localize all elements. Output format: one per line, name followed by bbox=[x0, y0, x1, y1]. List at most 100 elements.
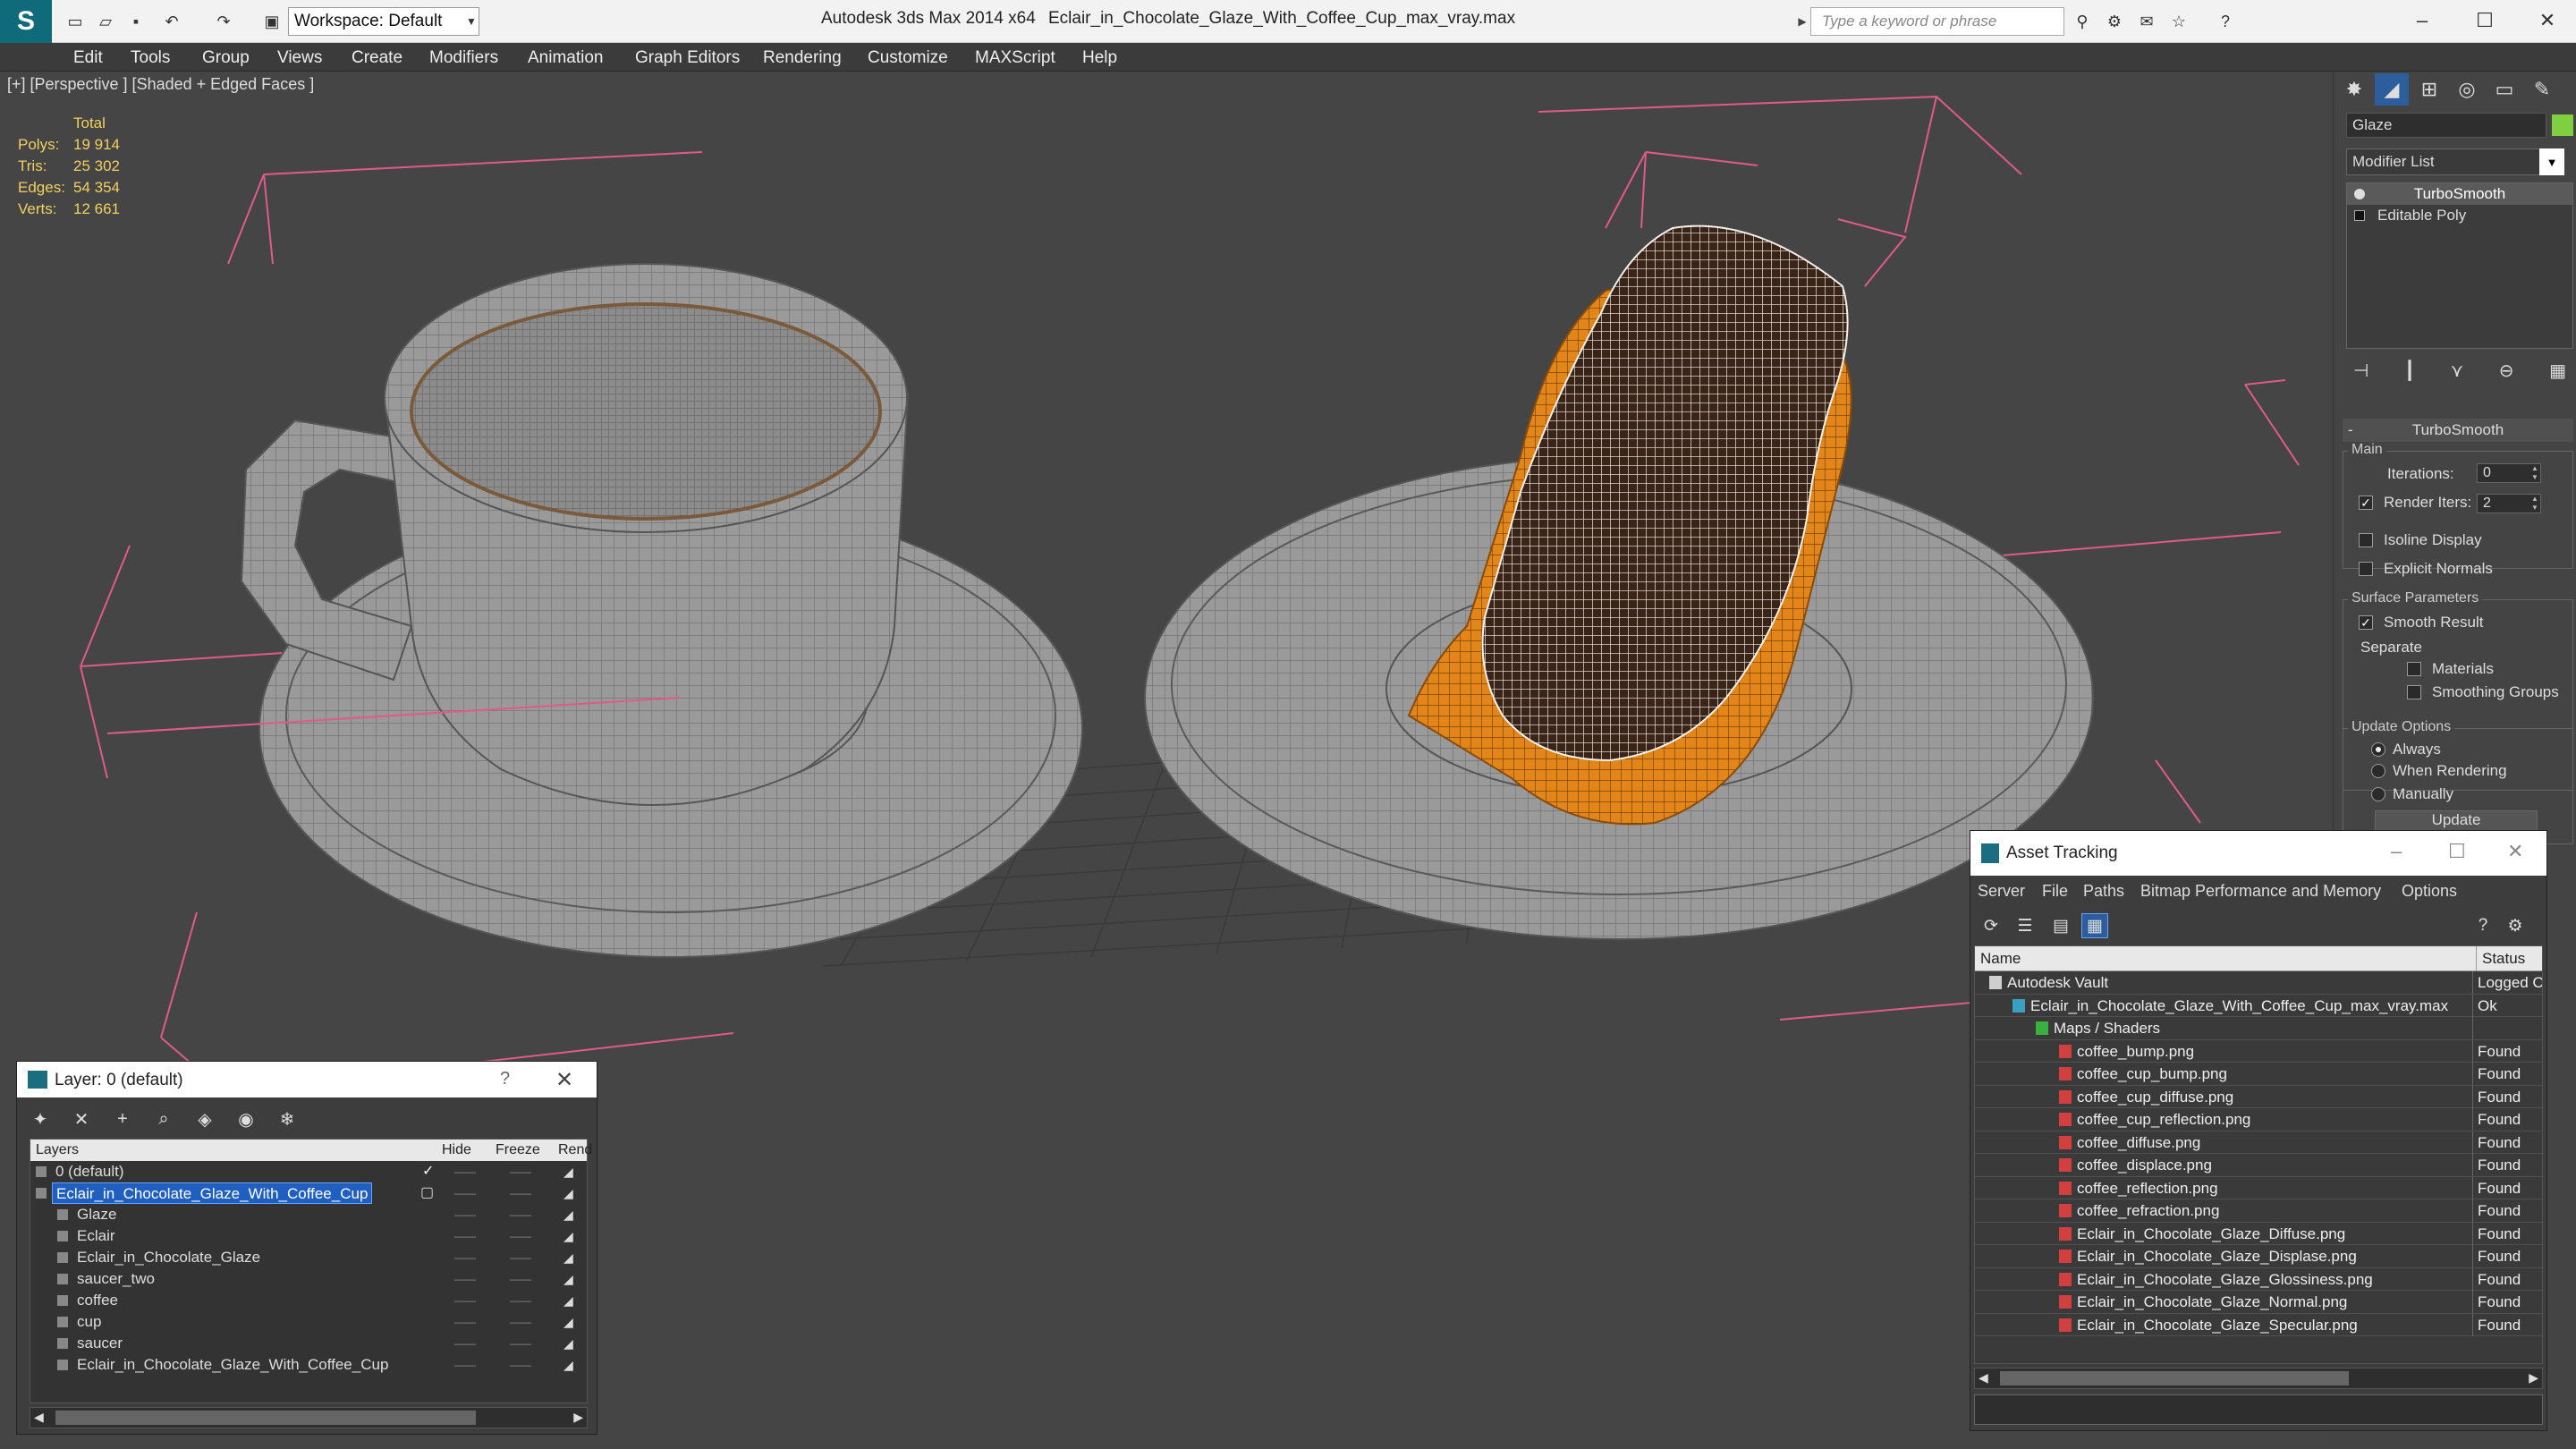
undo-icon[interactable]: ↶ bbox=[159, 9, 184, 34]
save-icon[interactable]: ▪ bbox=[123, 9, 148, 34]
hide-toggle[interactable]: —— bbox=[454, 1225, 476, 1247]
menu-file[interactable]: File bbox=[2042, 882, 2068, 901]
asset-path-field[interactable] bbox=[1974, 1394, 2543, 1425]
when-rendering-radio[interactable] bbox=[2371, 764, 2385, 778]
chevron-down-icon[interactable]: ▼ bbox=[462, 7, 481, 36]
iterations-spinner[interactable]: 0 ▲ ▼ bbox=[2477, 463, 2541, 483]
asset-row[interactable]: coffee_displace.png Found bbox=[1975, 1154, 2542, 1177]
isoline-display-checkbox[interactable] bbox=[2359, 533, 2373, 547]
turbosmooth-rollout-header[interactable]: - TurboSmooth bbox=[2343, 419, 2573, 442]
asset-row[interactable]: coffee_cup_bump.png Found bbox=[1975, 1063, 2542, 1086]
layer-name[interactable]: 0 (default) bbox=[52, 1161, 128, 1182]
stack-item-turbosmooth[interactable]: TurboSmooth bbox=[2347, 183, 2572, 205]
menu-rendering[interactable]: Rendering bbox=[763, 48, 842, 68]
hide-toggle[interactable]: —— bbox=[454, 1247, 476, 1268]
freeze-toggle[interactable]: —— bbox=[510, 1354, 531, 1376]
freeze-all-layers-icon[interactable]: ❄ bbox=[273, 1106, 301, 1132]
minimize-icon[interactable]: – bbox=[2391, 840, 2402, 863]
asset-row[interactable]: Eclair_in_Chocolate_Glaze_Displase.png Fo… bbox=[1975, 1245, 2542, 1268]
layer-row[interactable]: saucer_two —— —— ◢ bbox=[30, 1268, 587, 1290]
favorites-star-icon[interactable]: ☆ bbox=[2166, 9, 2191, 34]
render-toggle-icon[interactable]: ◢ bbox=[564, 1268, 573, 1290]
display-tab-icon[interactable]: ▭ bbox=[2487, 73, 2521, 106]
menu-group[interactable]: Group bbox=[202, 48, 250, 68]
render-toggle-icon[interactable]: ◢ bbox=[564, 1354, 573, 1376]
materials-checkbox[interactable] bbox=[2407, 662, 2421, 676]
render-toggle-icon[interactable]: ◢ bbox=[564, 1161, 573, 1182]
render-toggle-icon[interactable]: ◢ bbox=[564, 1290, 573, 1311]
hierarchy-tab-icon[interactable]: ⊞ bbox=[2412, 73, 2446, 106]
scroll-right-icon[interactable]: ▶ bbox=[573, 1410, 583, 1425]
hide-toggle[interactable]: —— bbox=[454, 1161, 476, 1182]
menu-modifiers[interactable]: Modifiers bbox=[429, 48, 498, 68]
asset-window-titlebar[interactable]: Asset Tracking – ☐ ✕ bbox=[1970, 831, 2546, 876]
communication-icon[interactable]: ✉ bbox=[2134, 9, 2159, 34]
search-expand-icon[interactable]: ▶ bbox=[1794, 7, 1810, 36]
asset-row[interactable]: coffee_cup_diffuse.png Found bbox=[1975, 1085, 2542, 1108]
asset-row[interactable]: Autodesk Vault Logged O bbox=[1975, 971, 2542, 995]
app-logo-icon[interactable]: S bbox=[0, 0, 52, 43]
layer-row[interactable]: Eclair_in_Chocolate_Glaze —— —— ◢ bbox=[30, 1247, 587, 1268]
create-tab-icon[interactable]: ✸ bbox=[2337, 73, 2371, 106]
layer-name[interactable]: cup bbox=[73, 1311, 105, 1333]
layer-name[interactable]: Eclair bbox=[73, 1225, 119, 1247]
asset-row[interactable]: coffee_bump.png Found bbox=[1975, 1039, 2542, 1063]
menu-animation[interactable]: Animation bbox=[528, 48, 604, 68]
search-input[interactable]: Type a keyword or phrase bbox=[1810, 7, 2064, 36]
close-icon[interactable]: ✕ bbox=[555, 1067, 573, 1093]
freeze-toggle[interactable]: —— bbox=[510, 1161, 531, 1182]
refresh-icon[interactable]: ⟳ bbox=[1978, 913, 2004, 938]
layer-name[interactable]: saucer bbox=[73, 1333, 126, 1354]
render-toggle-icon[interactable]: ◢ bbox=[564, 1247, 573, 1268]
scroll-left-icon[interactable]: ◀ bbox=[1979, 1370, 1988, 1385]
help-icon[interactable]: ? bbox=[2470, 913, 2496, 938]
render-toggle-icon[interactable]: ◢ bbox=[564, 1333, 573, 1354]
new-file-icon[interactable]: ▭ bbox=[63, 9, 88, 34]
smoothing-groups-checkbox[interactable] bbox=[2407, 685, 2421, 699]
freeze-toggle[interactable]: —— bbox=[510, 1182, 531, 1204]
make-unique-icon[interactable]: ⋎ bbox=[2451, 360, 2464, 382]
asset-row[interactable]: coffee_diffuse.png Found bbox=[1975, 1131, 2542, 1154]
layer-row[interactable]: cup —— —— ◢ bbox=[30, 1311, 587, 1333]
freeze-toggle[interactable]: —— bbox=[510, 1204, 531, 1225]
close-button[interactable]: ✕ bbox=[2528, 5, 2567, 36]
layer-row[interactable]: Eclair_in_Chocolate_Glaze_With_Coffee_Cu… bbox=[30, 1182, 587, 1204]
scroll-left-icon[interactable]: ◀ bbox=[34, 1410, 44, 1425]
layer-window-titlebar[interactable]: Layer: 0 (default) ? ✕ bbox=[17, 1062, 597, 1097]
asset-horizontal-scrollbar[interactable]: ◀ ▶ bbox=[1974, 1368, 2543, 1389]
pin-stack-icon[interactable]: ⊣ bbox=[2353, 360, 2368, 382]
list-view-icon[interactable]: ☰ bbox=[2012, 913, 2038, 938]
asset-row[interactable]: coffee_cup_reflection.png Found bbox=[1975, 1108, 2542, 1131]
asset-row[interactable]: coffee_reflection.png Found bbox=[1975, 1176, 2542, 1199]
column-hide[interactable]: Hide bbox=[442, 1140, 471, 1161]
set-current-icon[interactable]: ▢ bbox=[420, 1182, 434, 1204]
open-file-icon[interactable]: ▱ bbox=[93, 9, 118, 34]
maximize-button[interactable]: ☐ bbox=[2465, 5, 2504, 36]
column-layers[interactable]: Layers bbox=[36, 1140, 79, 1161]
select-objects-icon[interactable]: ⌕ bbox=[149, 1106, 178, 1132]
menu-customize[interactable]: Customize bbox=[868, 48, 948, 68]
remove-modifier-icon[interactable]: ⊖ bbox=[2499, 360, 2514, 382]
menu-bitmap-performance[interactable]: Bitmap Performance and Memory bbox=[2140, 882, 2381, 901]
project-folder-icon[interactable]: ▣ bbox=[259, 9, 284, 34]
column-render[interactable]: Rend bbox=[558, 1140, 592, 1161]
delete-layer-icon[interactable]: ✕ bbox=[67, 1106, 96, 1132]
column-name[interactable]: Name bbox=[1980, 946, 2021, 971]
table-view-icon[interactable]: ▦ bbox=[2081, 913, 2108, 938]
utilities-tab-icon[interactable]: ✎ bbox=[2525, 73, 2559, 106]
layer-row[interactable]: Eclair —— —— ◢ bbox=[30, 1225, 587, 1247]
always-radio[interactable] bbox=[2371, 742, 2385, 757]
asset-row[interactable]: Maps / Shaders bbox=[1975, 1017, 2542, 1040]
subscription-icon[interactable]: ⚙ bbox=[2102, 9, 2127, 34]
object-name-field[interactable]: Glaze bbox=[2346, 113, 2546, 138]
minimize-button[interactable]: – bbox=[2402, 5, 2442, 36]
help-icon[interactable]: ? bbox=[2213, 9, 2238, 34]
layer-row[interactable]: Glaze —— —— ◢ bbox=[30, 1204, 587, 1225]
render-iters-spinner[interactable]: 2 ▲ ▼ bbox=[2477, 494, 2541, 513]
menu-edit[interactable]: Edit bbox=[73, 48, 103, 68]
scrollbar-thumb[interactable] bbox=[55, 1411, 476, 1425]
current-layer-check-icon[interactable]: ✓ bbox=[422, 1161, 434, 1182]
scrollbar-thumb[interactable] bbox=[2000, 1371, 2349, 1385]
menu-tools[interactable]: Tools bbox=[131, 48, 170, 68]
render-toggle-icon[interactable]: ◢ bbox=[564, 1182, 573, 1204]
